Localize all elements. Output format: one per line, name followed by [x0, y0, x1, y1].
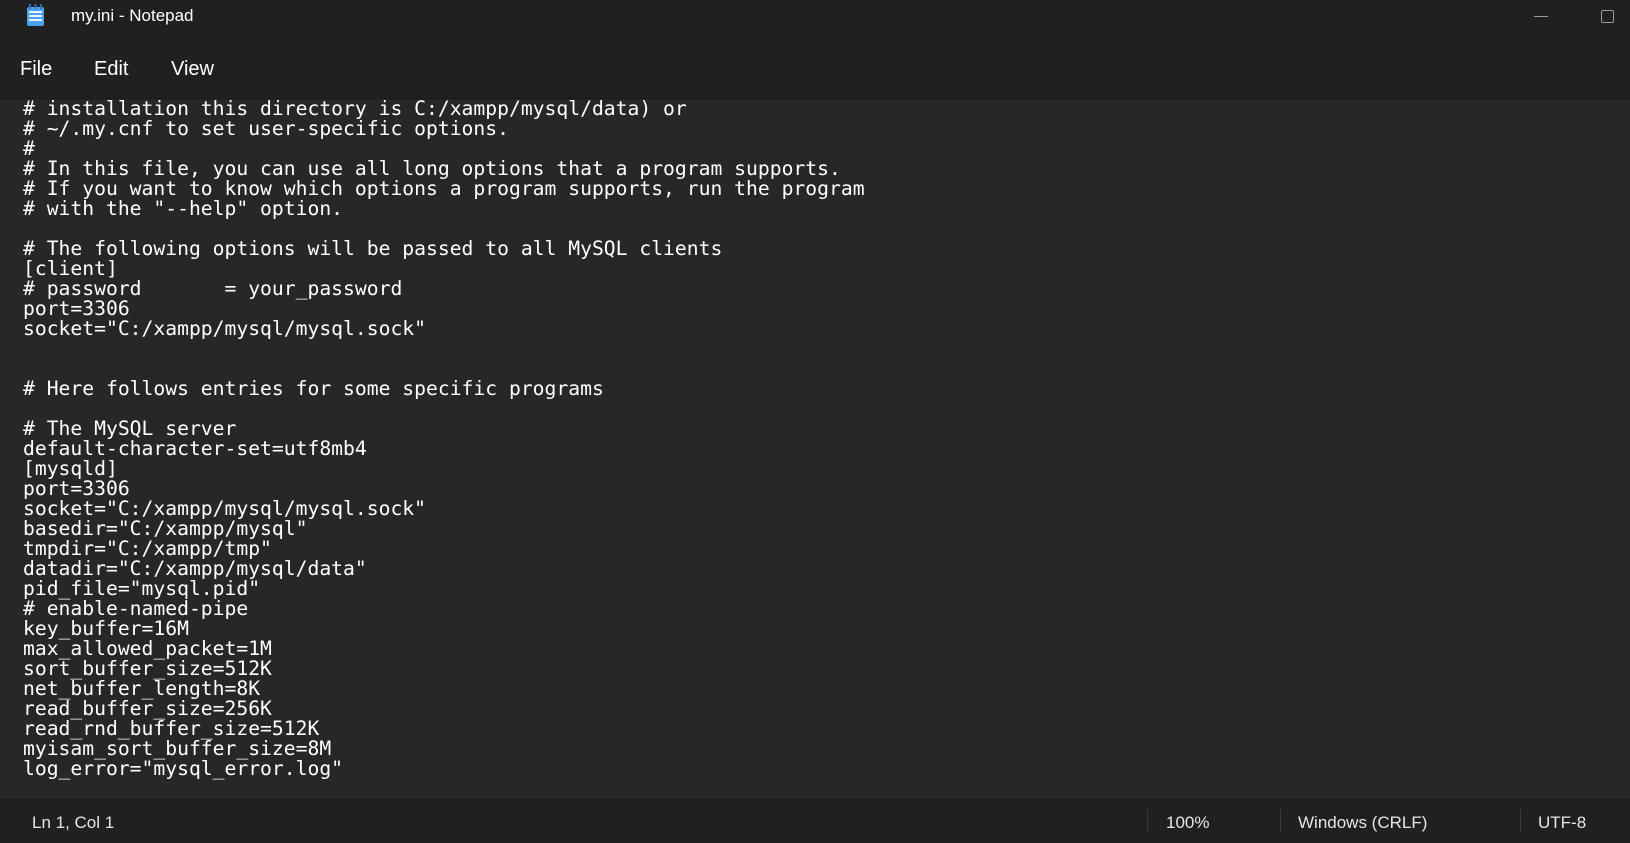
notepad-icon	[27, 4, 44, 26]
status-divider	[1520, 809, 1521, 833]
minimize-button[interactable]	[1518, 0, 1564, 32]
editor-line: datadir="C:/xampp/mysql/data"	[23, 557, 367, 580]
editor-line: #	[23, 137, 35, 160]
editor-line: net_buffer_length=8K	[23, 677, 261, 700]
menu-file[interactable]: File	[20, 58, 52, 81]
editor-line: port=3306	[23, 477, 130, 500]
editor-line: # The following options will be passed t…	[23, 237, 723, 260]
editor-line: # The MySQL server	[23, 417, 237, 440]
editor-line: sort_buffer_size=512K	[23, 657, 272, 680]
line-ending[interactable]: Windows (CRLF)	[1298, 813, 1427, 833]
editor-line: # password = your_password	[23, 277, 403, 300]
editor-line: myisam_sort_buffer_size=8M	[23, 737, 332, 760]
menu-bar: File Edit View	[0, 36, 1630, 99]
text-editor[interactable]: # installation this directory is C:/xamp…	[0, 99, 1630, 797]
editor-line: socket="C:/xampp/mysql/mysql.sock"	[23, 317, 426, 340]
editor-content[interactable]: # installation this directory is C:/xamp…	[23, 99, 865, 779]
editor-line: [client]	[23, 257, 118, 280]
editor-line: socket="C:/xampp/mysql/mysql.sock"	[23, 497, 426, 520]
editor-line: default-character-set=utf8mb4	[23, 437, 367, 460]
editor-line: log_error="mysql_error.log"	[23, 757, 344, 780]
editor-line: basedir="C:/xampp/mysql"	[23, 517, 308, 540]
status-divider	[1147, 809, 1148, 833]
editor-line: # In this file, you can use all long opt…	[23, 157, 841, 180]
status-bar: Ln 1, Col 1 100% Windows (CRLF) UTF-8	[0, 797, 1630, 843]
editor-line: pid_file="mysql.pid"	[23, 577, 261, 600]
editor-line: # enable-named-pipe	[23, 597, 249, 620]
status-divider	[1280, 809, 1281, 833]
editor-line: key_buffer=16M	[23, 617, 189, 640]
editor-line: port=3306	[23, 297, 130, 320]
title-bar[interactable]: my.ini - Notepad	[0, 0, 1630, 36]
editor-line: [mysqld]	[23, 457, 118, 480]
menu-edit[interactable]: Edit	[94, 58, 128, 81]
window-title: my.ini - Notepad	[71, 6, 194, 25]
editor-line: read_rnd_buffer_size=512K	[23, 717, 320, 740]
maximize-icon	[1600, 9, 1614, 23]
encoding[interactable]: UTF-8	[1538, 813, 1586, 833]
editor-line: # Here follows entries for some specific…	[23, 377, 604, 400]
minimize-icon	[1534, 15, 1548, 17]
menu-view[interactable]: View	[171, 58, 214, 81]
editor-line: read_buffer_size=256K	[23, 697, 272, 720]
editor-line: # If you want to know which options a pr…	[23, 177, 865, 200]
editor-line: # installation this directory is C:/xamp…	[23, 99, 687, 120]
cursor-position: Ln 1, Col 1	[32, 813, 115, 832]
editor-line: # ~/.my.cnf to set user-specific options…	[23, 117, 509, 140]
maximize-button[interactable]	[1584, 0, 1630, 32]
notepad-window: my.ini - Notepad File Edit View # instal…	[0, 0, 1630, 843]
editor-line: tmpdir="C:/xampp/tmp"	[23, 537, 272, 560]
zoom-level[interactable]: 100%	[1166, 813, 1209, 833]
editor-line: # with the "--help" option.	[23, 197, 344, 220]
editor-line: max_allowed_packet=1M	[23, 637, 272, 660]
